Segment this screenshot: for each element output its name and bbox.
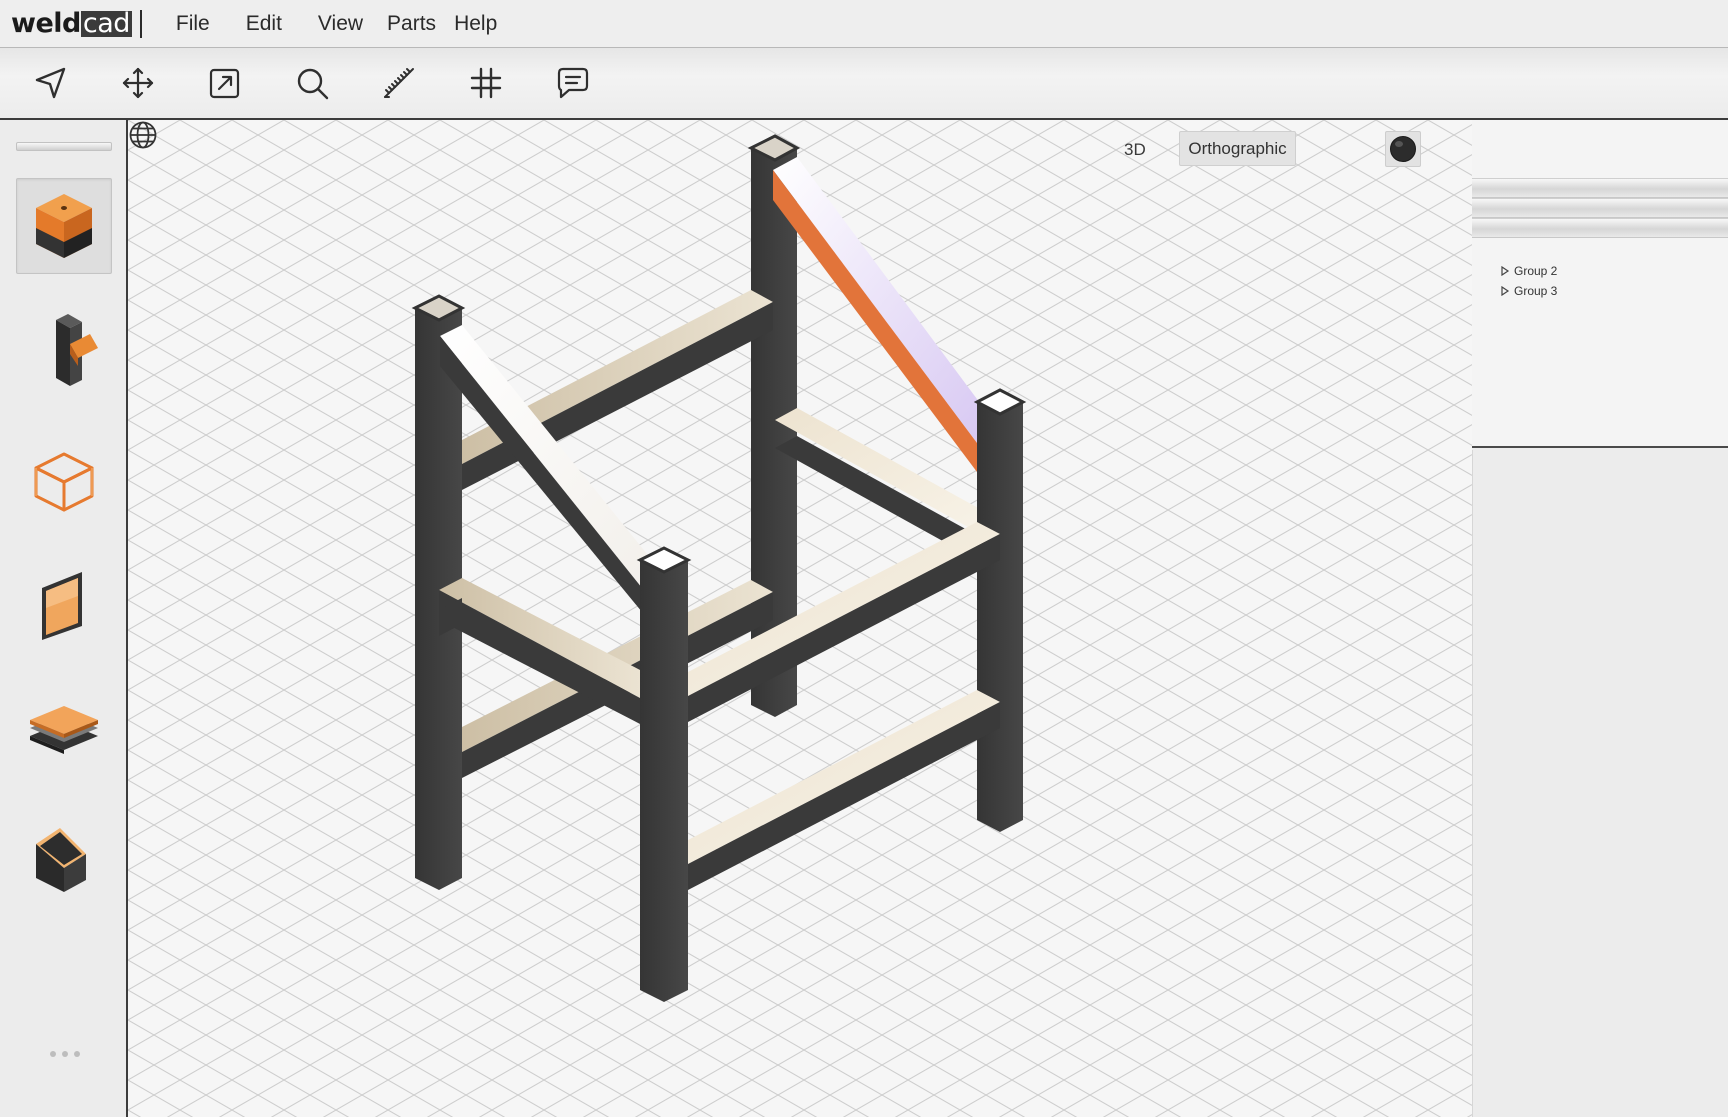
part-frame-box-button[interactable] — [16, 430, 112, 526]
logo-text-weld: weld — [11, 8, 81, 39]
part-square-tube-button[interactable] — [16, 178, 112, 274]
part-panel-button[interactable] — [16, 556, 112, 652]
tree-expand-icon[interactable] — [1500, 286, 1510, 296]
frame-box-part-icon — [34, 452, 94, 512]
part-channel-button[interactable] — [16, 808, 112, 904]
shaded-sphere-icon — [1390, 136, 1416, 162]
tree-item-group-2[interactable]: Group 2 — [1500, 264, 1557, 278]
part-angle-bracket-button[interactable] — [16, 304, 112, 400]
parts-palette — [0, 120, 128, 1117]
ruler-tool-button[interactable] — [374, 58, 424, 108]
viewport-canvas[interactable] — [128, 120, 1472, 1117]
toolbar — [0, 48, 1728, 120]
tree-item-label: Group 3 — [1514, 284, 1558, 298]
menu-bar: weld cad File Edit View Parts Help — [0, 0, 1728, 48]
menu-parts[interactable]: Parts — [381, 6, 444, 42]
shaded-mode-button[interactable] — [1385, 131, 1421, 167]
channel-part-icon — [36, 828, 86, 892]
panel-section-bar[interactable] — [1472, 198, 1728, 218]
properties-area — [1472, 450, 1728, 1117]
export-tool-button[interactable] — [200, 58, 250, 108]
tree-expand-icon[interactable] — [1500, 266, 1510, 276]
app-logo: weld cad — [11, 7, 132, 39]
wireframe-globe-icon[interactable] — [128, 120, 158, 150]
menu-divider — [139, 9, 142, 38]
properties-panel: Group 2 Group 3 — [1472, 120, 1728, 1117]
grid-tool-button[interactable] — [461, 58, 511, 108]
plate-stack-part-icon — [30, 706, 98, 754]
panel-section-bar[interactable] — [1472, 178, 1728, 198]
navigate-tool-button[interactable] — [26, 58, 76, 108]
navigate-icon — [35, 67, 66, 99]
menu-file[interactable]: File — [158, 6, 228, 42]
move-tool-button[interactable] — [113, 58, 163, 108]
tree-item-label: Group 2 — [1514, 264, 1558, 278]
palette-drag-handle[interactable] — [16, 142, 112, 151]
projection-toggle-button[interactable]: Orthographic — [1179, 131, 1296, 166]
export-icon — [209, 68, 240, 99]
3d-viewport[interactable]: 3D Orthographic — [128, 120, 1472, 1117]
ruler-icon — [384, 68, 414, 98]
post-front-left[interactable] — [640, 548, 688, 1002]
grid-icon — [470, 67, 502, 99]
view-mode-label[interactable]: 3D — [1124, 140, 1146, 160]
more-parts-icon[interactable] — [48, 1049, 82, 1059]
comment-tool-button[interactable] — [548, 58, 598, 108]
angle-bracket-part-icon — [56, 314, 98, 386]
square-tube-part-icon — [36, 194, 92, 258]
panel-section-bar[interactable] — [1472, 218, 1728, 238]
part-plate-stack-button[interactable] — [16, 682, 112, 778]
move-icon — [122, 67, 154, 99]
panel-part-icon — [42, 572, 82, 640]
menu-edit[interactable]: Edit — [228, 6, 300, 42]
scene-tree-panel: Group 2 Group 3 — [1472, 120, 1728, 448]
logo-text-cad: cad — [80, 7, 132, 39]
menu-help[interactable]: Help — [444, 6, 515, 42]
tree-item-group-3[interactable]: Group 3 — [1500, 284, 1557, 298]
search-tool-button[interactable] — [287, 58, 337, 108]
comment-icon — [557, 67, 589, 99]
search-icon — [297, 68, 329, 100]
app-window: weld cad File Edit View Parts Help 3D Or… — [0, 0, 1728, 1117]
post-front-right[interactable] — [977, 390, 1023, 832]
menu-view[interactable]: View — [300, 6, 381, 42]
